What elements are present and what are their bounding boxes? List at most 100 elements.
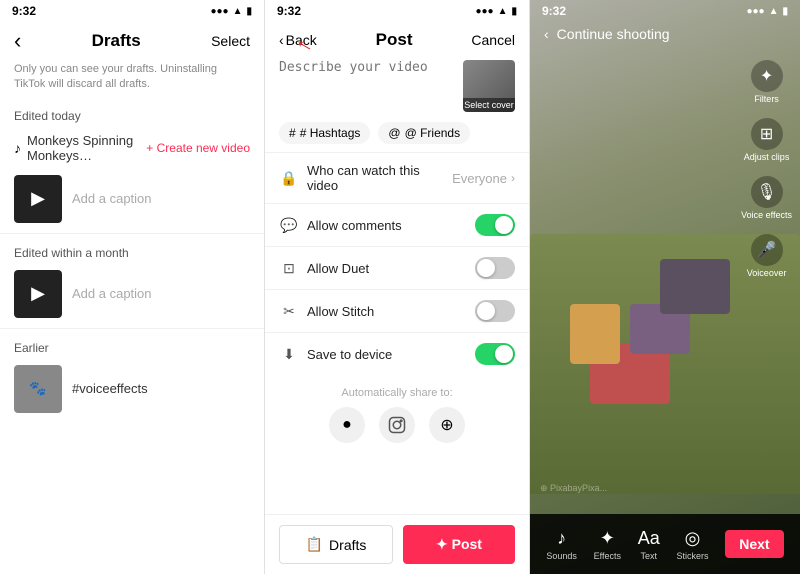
share-other-icon[interactable]: ⊕	[429, 407, 465, 443]
signal-icon-post: ●●●	[475, 6, 493, 17]
select-cover-label: Select cover	[463, 98, 515, 112]
play-icon-month: ▶	[31, 283, 45, 304]
save-icon: ⬇	[279, 346, 299, 363]
section-month-label: Edited within a month	[0, 238, 264, 264]
create-new-video-button[interactable]: + Create new video	[146, 141, 250, 155]
setting-who-can-watch[interactable]: 🔒 Who can watch this video Everyone ›	[265, 152, 529, 203]
drafts-icon: 📋	[306, 536, 323, 553]
hashtags-button[interactable]: # # Hashtags	[279, 122, 370, 144]
effects-icon: ✦	[600, 528, 615, 549]
sounds-tool[interactable]: ♪ Sounds	[546, 528, 577, 561]
adjust-clips-icon: ⊞	[751, 118, 783, 150]
status-icons-post: ●●● ▲ ▮	[475, 6, 517, 17]
signal-icon: ●●●	[210, 6, 228, 17]
stickers-label: Stickers	[676, 551, 708, 561]
back-label: Back	[286, 32, 317, 48]
status-icons-drafts: ●●● ▲ ▮	[210, 6, 252, 17]
lock-icon: 🔒	[279, 170, 299, 187]
drafts-select-button[interactable]: Select	[211, 33, 250, 49]
hashtags-label: # Hashtags	[300, 126, 361, 140]
setting-allow-comments: 💬 Allow comments	[265, 203, 529, 246]
hashtag-icon: #	[289, 126, 296, 140]
cover-thumbnail[interactable]: Select cover	[463, 60, 515, 112]
drafts-back-button[interactable]: ‹	[14, 28, 21, 54]
post-action-button[interactable]: ✦ Post	[403, 525, 515, 564]
effects-tool[interactable]: ✦ Effects	[594, 528, 621, 561]
draft-item-month[interactable]: ▶ Add a caption	[0, 264, 264, 324]
battery-icon: ▮	[246, 6, 252, 17]
effects-label: Effects	[594, 551, 621, 561]
drafts-action-button[interactable]: 📋 Drafts	[279, 525, 393, 564]
voiceover-icon: 🎤	[751, 234, 783, 266]
song-row: ♪ Monkeys Spinning Monkeys… + Create new…	[0, 127, 264, 169]
filters-icon: ✦	[751, 60, 783, 92]
allow-duet-label: Allow Duet	[307, 261, 475, 276]
draft-item-today[interactable]: ▶ Add a caption	[0, 169, 264, 229]
duet-icon: ⊡	[279, 260, 299, 277]
post-back-button[interactable]: ‹ Back	[279, 32, 317, 48]
allow-comments-toggle[interactable]	[475, 214, 515, 236]
share-instagram-icon[interactable]	[379, 407, 415, 443]
save-to-device-label: Save to device	[307, 347, 475, 362]
status-time-drafts: 9:32	[12, 4, 36, 18]
camera-status-icons: ●●● ▲ ▮	[746, 6, 788, 17]
allow-stitch-label: Allow Stitch	[307, 304, 475, 319]
chevron-right-icon: ›	[511, 171, 515, 185]
draft-caption-earlier: #voiceeffects	[72, 381, 148, 396]
drafts-panel: 9:32 ●●● ▲ ▮ ‹ Drafts Select Only you ca…	[0, 0, 265, 574]
draft-item-earlier[interactable]: 🐾 #voiceeffects	[0, 359, 264, 419]
post-panel: 9:32 ●●● ▲ ▮ ‹ Back Post Cancel Select c…	[265, 0, 530, 574]
camera-wifi-icon: ▲	[769, 6, 779, 17]
describe-input[interactable]	[279, 60, 455, 90]
continue-shooting-label: Continue shooting	[557, 26, 670, 42]
allow-stitch-toggle[interactable]	[475, 300, 515, 322]
cushion-4	[660, 259, 730, 314]
hashtag-row: # # Hashtags @ @ Friends	[265, 118, 529, 152]
adjust-clips-tool[interactable]: ⊞ Adjust clips	[744, 118, 790, 162]
allow-duet-toggle[interactable]	[475, 257, 515, 279]
section-today-label: Edited today	[0, 101, 264, 127]
post-action-bar: 📋 Drafts ✦ Post	[265, 514, 529, 574]
voice-effects-label: Voice effects	[741, 210, 792, 220]
cancel-button[interactable]: Cancel	[471, 32, 515, 48]
setting-allow-duet: ⊡ Allow Duet	[265, 246, 529, 289]
post-title: Post	[376, 30, 413, 50]
song-title: Monkeys Spinning Monkeys…	[27, 133, 140, 163]
draft-thumbnail-month: ▶	[14, 270, 62, 318]
camera-battery-icon: ▮	[782, 6, 788, 17]
voiceover-tool[interactable]: 🎤 Voiceover	[747, 234, 787, 278]
friends-button[interactable]: @ @ Friends	[378, 122, 470, 144]
describe-row: Select cover	[265, 54, 529, 118]
music-icon: ♪	[14, 140, 21, 156]
drafts-subtitle: Only you can see your drafts. Uninstalli…	[0, 60, 264, 101]
camera-status-bar: 9:32 ●●● ▲ ▮	[530, 0, 800, 22]
watermark: ⊕ PixabayPixa...	[540, 483, 607, 494]
text-icon: Aa	[638, 528, 660, 549]
wifi-icon: ▲	[233, 6, 243, 17]
text-tool[interactable]: Aa Text	[638, 528, 660, 561]
voice-effects-tool[interactable]: 🎙 Voice effects	[741, 176, 792, 220]
adjust-clips-label: Adjust clips	[744, 152, 790, 162]
share-circle-icon[interactable]: ●	[329, 407, 365, 443]
allow-comments-label: Allow comments	[307, 218, 475, 233]
save-device-toggle[interactable]	[475, 343, 515, 365]
divider-1	[0, 233, 264, 234]
camera-status-time: 9:32	[542, 4, 566, 18]
camera-back-button[interactable]: ‹	[544, 26, 549, 42]
text-label: Text	[640, 551, 657, 561]
camera-panel: 9:32 ●●● ▲ ▮ ‹ Continue shooting ✦ Filte…	[530, 0, 800, 574]
filters-label: Filters	[754, 94, 779, 104]
next-button[interactable]: Next	[725, 530, 783, 558]
stickers-tool[interactable]: ◎ Stickers	[676, 528, 708, 561]
camera-top-bar: ‹ Continue shooting	[530, 22, 800, 46]
draft-caption-month: Add a caption	[72, 286, 152, 301]
status-bar-drafts: 9:32 ●●● ▲ ▮	[0, 0, 264, 22]
divider-2	[0, 328, 264, 329]
setting-allow-stitch: ✂ Allow Stitch	[265, 289, 529, 332]
status-bar-post: 9:32 ●●● ▲ ▮	[265, 0, 529, 22]
drafts-btn-label: Drafts	[329, 537, 366, 553]
filters-tool[interactable]: ✦ Filters	[751, 60, 783, 104]
stitch-icon: ✂	[279, 303, 299, 320]
drafts-title: Drafts	[92, 31, 141, 51]
who-watch-value: Everyone	[452, 171, 507, 186]
